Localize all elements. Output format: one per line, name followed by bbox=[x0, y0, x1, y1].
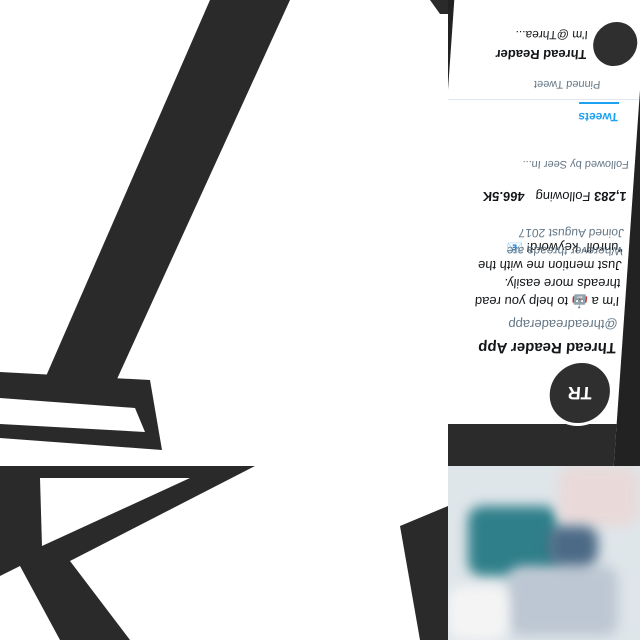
profile-name: Thread Reader App bbox=[477, 339, 617, 356]
followers-count[interactable]: 466.5K bbox=[482, 189, 525, 204]
profile-stats: 1,283 Following 466.5K bbox=[482, 189, 627, 204]
pinned-label: Pinned Tweet bbox=[533, 78, 601, 90]
profile-card: TR Thread Reader App @threadreaderapp I'… bbox=[448, 0, 640, 466]
following-count[interactable]: 1,283 bbox=[593, 189, 627, 204]
letter-fragment-top bbox=[0, 0, 448, 466]
profile-handle[interactable]: @threadreaderapp bbox=[508, 317, 618, 332]
profile-location: Wherever threads are bbox=[506, 244, 624, 258]
profile-meta: Wherever threads are Joined August 2017 bbox=[506, 224, 625, 260]
tweet-avatar[interactable] bbox=[591, 22, 639, 66]
photo-blob-blue bbox=[548, 526, 598, 566]
photo-blob-grey bbox=[508, 566, 618, 636]
cover-banner bbox=[448, 424, 617, 466]
letter-stroke-graphic bbox=[0, 0, 448, 466]
tab-tweets[interactable]: Tweets bbox=[577, 102, 620, 124]
profile-tabs: Tweets bbox=[448, 99, 640, 130]
photo-blob-pink bbox=[558, 466, 638, 526]
profile-screenshot: TR Thread Reader App @threadreaderapp I'… bbox=[448, 0, 640, 466]
photo-blob-white bbox=[448, 586, 508, 640]
profile-joined: Joined August 2017 bbox=[518, 226, 625, 240]
followed-by[interactable]: Followed by Seer In... bbox=[522, 158, 629, 170]
tweet-author[interactable]: Thread Reader bbox=[495, 47, 587, 62]
following-label[interactable]: Following bbox=[535, 189, 591, 204]
blurred-photo bbox=[448, 466, 640, 640]
letter-fragment-bottom bbox=[0, 466, 448, 640]
bio-line-1: I'm a 🤖 to help you read threads more ea… bbox=[474, 276, 621, 309]
letter-k-graphic bbox=[0, 466, 448, 640]
tweet-text: I'm @Threa... bbox=[514, 28, 589, 42]
profile-avatar[interactable]: TR bbox=[544, 360, 616, 426]
